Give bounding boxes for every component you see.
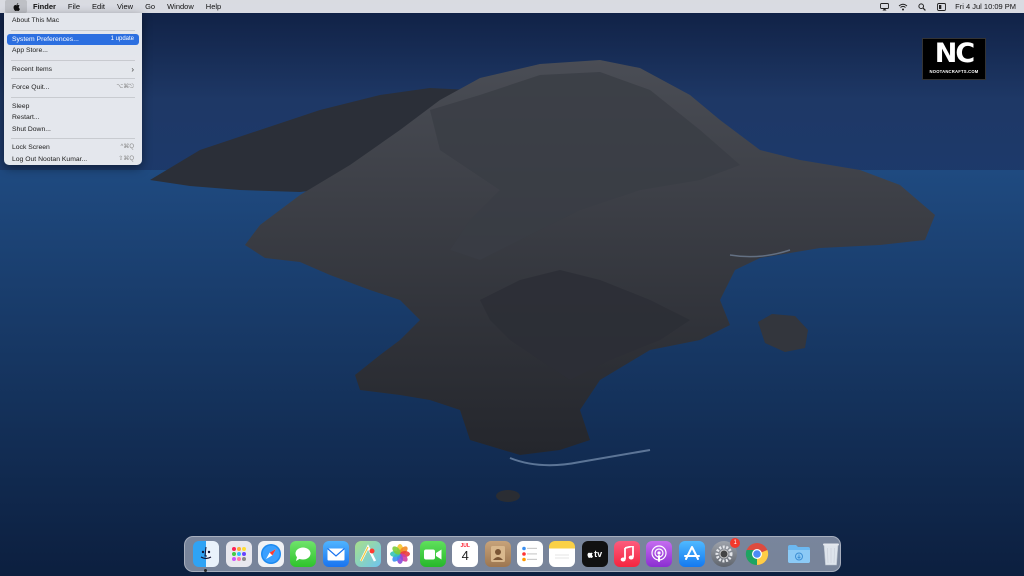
calendar-day: 4 — [461, 548, 469, 563]
spotlight-search-icon[interactable] — [917, 2, 927, 12]
update-badge: 1 update — [110, 35, 134, 42]
notification-badge: 1 — [730, 538, 741, 548]
menu-item-label: Shut Down... — [12, 125, 51, 133]
menu-separator — [11, 138, 135, 139]
keyboard-shortcut: ^⌘Q — [120, 144, 134, 150]
podcasts-icon[interactable] — [646, 541, 673, 567]
screen-mirroring-icon[interactable] — [879, 2, 889, 12]
mail-icon[interactable] — [322, 541, 349, 567]
menu-item-log-out[interactable]: Log Out Nootan Kumar... ⇧⌘Q — [7, 154, 139, 166]
menu-item-label: Log Out Nootan Kumar... — [12, 155, 88, 163]
menu-separator — [11, 29, 135, 31]
apple-menu-button[interactable] — [5, 0, 27, 13]
menu-item-label: Restart... — [12, 114, 40, 121]
finder-icon[interactable] — [193, 541, 220, 572]
menu-item-recent-items[interactable]: Recent Items › — [7, 64, 139, 76]
menu-item-label: Force Quit... — [12, 84, 50, 91]
menu-edit[interactable]: Edit — [86, 0, 111, 13]
menu-item-label: About This Mac — [12, 17, 60, 24]
contacts-icon[interactable] — [484, 541, 511, 567]
menu-item-shut-down[interactable]: Shut Down... — [7, 124, 139, 136]
keyboard-shortcut: ⌥⌘⎋ — [116, 84, 134, 90]
wifi-icon[interactable] — [898, 2, 908, 12]
menu-item-app-store[interactable]: App Store... — [7, 45, 139, 57]
safari-icon[interactable] — [257, 541, 284, 567]
maps-icon[interactable] — [355, 541, 382, 567]
dock: JUL 4 tv 1 — [184, 536, 841, 572]
menu-item-label: Recent Items — [12, 65, 53, 73]
menu-item-label: Sleep — [12, 102, 30, 110]
menu-window[interactable]: Window — [161, 0, 200, 13]
apple-logo-icon — [587, 552, 594, 558]
menu-item-force-quit[interactable]: Force Quit... ⌥⌘⎋ — [7, 82, 139, 94]
menu-item-about-this-mac[interactable]: About This Mac — [7, 15, 139, 27]
downloads-folder-icon[interactable] — [786, 541, 812, 567]
apple-tv-icon[interactable]: tv — [581, 541, 608, 567]
chevron-right-icon: › — [131, 64, 134, 74]
menu-item-label: Lock Screen — [12, 144, 50, 151]
menu-item-lock-screen[interactable]: Lock Screen ^⌘Q — [7, 142, 139, 154]
control-center-icon[interactable] — [936, 2, 946, 12]
trash-icon[interactable] — [818, 541, 844, 567]
menu-bar: Finder File Edit View Go Window Help Fri… — [0, 0, 1024, 13]
notes-icon[interactable] — [549, 541, 576, 567]
desktop-wallpaper — [0, 0, 1024, 576]
chrome-icon[interactable] — [744, 541, 770, 567]
apple-logo-icon — [13, 2, 20, 11]
menu-view[interactable]: View — [111, 0, 139, 13]
clock-datetime[interactable]: Fri 4 Jul 10:09 PM — [955, 2, 1016, 11]
system-preferences-icon[interactable]: 1 — [711, 538, 741, 567]
menu-separator — [11, 59, 135, 61]
music-icon[interactable] — [614, 541, 641, 567]
running-indicator — [204, 569, 208, 572]
menu-item-restart[interactable]: Restart... — [7, 112, 139, 124]
apple-menu-dropdown: About This Mac System Preferences... 1 u… — [4, 13, 142, 165]
menu-item-label: System Preferences... — [12, 35, 79, 43]
calendar-icon[interactable]: JUL 4 — [452, 541, 479, 567]
logo-initials: NC — [934, 38, 975, 69]
menu-app-name[interactable]: Finder — [27, 0, 62, 13]
reminders-icon[interactable] — [516, 541, 543, 567]
tv-label: tv — [594, 549, 603, 559]
menu-help[interactable]: Help — [200, 0, 227, 13]
menu-file[interactable]: File — [62, 0, 86, 13]
messages-icon[interactable] — [290, 541, 317, 567]
app-store-icon[interactable] — [678, 541, 705, 567]
menu-item-label: App Store... — [12, 47, 48, 54]
menu-item-system-preferences[interactable]: System Preferences... 1 update — [7, 33, 139, 45]
facetime-icon[interactable] — [419, 541, 446, 567]
photos-icon[interactable] — [387, 541, 414, 567]
keyboard-shortcut: ⇧⌘Q — [118, 155, 134, 162]
logo-site: NOOTANCRAFTS.COM — [929, 69, 979, 74]
menu-separator — [11, 78, 135, 79]
launchpad-icon[interactable] — [225, 541, 252, 567]
menu-separator — [11, 96, 135, 98]
nootancrafts-logo: NC NOOTANCRAFTS.COM — [922, 38, 986, 80]
menu-item-sleep[interactable]: Sleep — [7, 101, 139, 113]
menu-go[interactable]: Go — [139, 0, 161, 13]
